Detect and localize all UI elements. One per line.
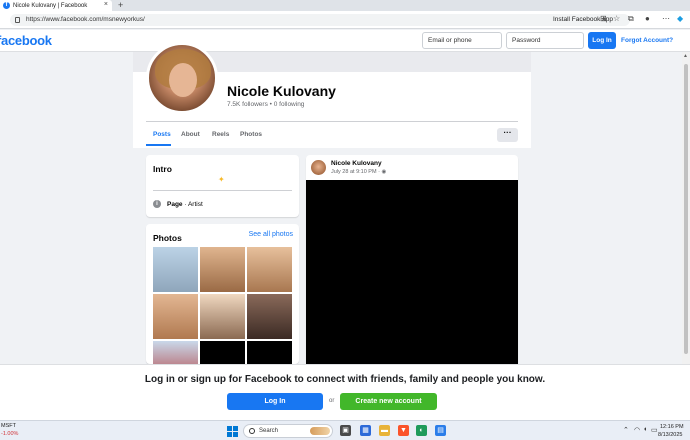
- clock-date[interactable]: 8/13/2025: [658, 432, 682, 438]
- url-text[interactable]: https://www.facebook.com/msnewyorkus/: [26, 16, 145, 23]
- scroll-up-icon[interactable]: ▲: [683, 53, 688, 59]
- battery-icon[interactable]: ▭: [651, 426, 658, 434]
- tab-reels[interactable]: Reels: [212, 131, 229, 138]
- tray-overflow-icon[interactable]: ⌃: [623, 426, 629, 434]
- wifi-icon[interactable]: ◠: [634, 426, 640, 434]
- search-highlight-icon: [310, 427, 330, 435]
- install-icon[interactable]: ⊞: [600, 13, 607, 25]
- tab-about[interactable]: About: [181, 131, 200, 138]
- windows-start-icon[interactable]: [227, 426, 238, 437]
- search-icon: [249, 428, 255, 434]
- stock-ticker-name[interactable]: MSFT: [1, 423, 16, 429]
- volume-icon[interactable]: ◖: [643, 426, 647, 433]
- photo-thumbnail[interactable]: [200, 247, 245, 292]
- tab-close-icon[interactable]: ×: [104, 1, 108, 8]
- header-login-button[interactable]: Log In: [588, 32, 616, 49]
- more-menu-icon[interactable]: ⋯: [662, 13, 670, 25]
- active-tab-indicator: [146, 144, 171, 146]
- lock-icon[interactable]: [15, 17, 20, 23]
- email-field[interactable]: Email or phone: [422, 32, 502, 49]
- url-field[interactable]: https://www.facebook.com/msnewyorkus/ In…: [10, 14, 630, 26]
- favorite-star-icon[interactable]: ☆: [613, 13, 620, 25]
- info-icon: i: [153, 200, 161, 208]
- file-explorer-icon[interactable]: ▬: [379, 425, 390, 436]
- post-author-avatar[interactable]: [311, 160, 326, 175]
- login-banner: Log in or sign up for Facebook to connec…: [0, 364, 690, 420]
- profile-name: Nicole Kulovany: [227, 83, 336, 99]
- post-card: Nicole Kulovany July 28 at 9:10 PM · ◉: [306, 155, 518, 365]
- page-category-label: Page: [167, 201, 183, 208]
- photos-title: Photos: [153, 233, 182, 243]
- task-view-icon[interactable]: ▣: [340, 425, 351, 436]
- windows-taskbar: MSFT -1.00% Search ▣ ▦ ▬ ▼ ◐ ▤ ⌃ ◠ ◖ ▭ 1…: [0, 420, 690, 440]
- brave-browser-icon[interactable]: ▼: [398, 425, 409, 436]
- browser-tab-bar: f Nicole Kulovany | Facebook × +: [0, 0, 690, 11]
- see-all-photos-link[interactable]: See all photos: [249, 231, 293, 238]
- tab-photos[interactable]: Photos: [240, 131, 262, 138]
- tab-posts[interactable]: Posts: [153, 131, 171, 138]
- address-bar: https://www.facebook.com/msnewyorkus/ In…: [0, 11, 690, 29]
- more-options-button[interactable]: ···: [497, 128, 518, 142]
- clock-time[interactable]: 12:16 PM: [660, 424, 684, 430]
- copilot-icon[interactable]: ◆: [677, 13, 683, 25]
- photo-thumbnail[interactable]: [200, 294, 245, 339]
- stock-ticker-change[interactable]: -1.00%: [1, 431, 18, 437]
- store-icon[interactable]: ▤: [435, 425, 446, 436]
- page-category-value: · Artist: [182, 201, 203, 208]
- profile-icon[interactable]: ●: [645, 13, 650, 25]
- or-separator: or: [329, 398, 335, 404]
- edge-browser-icon[interactable]: ◐: [416, 425, 427, 436]
- photo-thumbnail[interactable]: [153, 247, 198, 292]
- browser-tab[interactable]: f Nicole Kulovany | Facebook ×: [0, 0, 112, 11]
- intro-divider: [153, 190, 292, 191]
- profile-stats[interactable]: 7.5K followers • 0 following: [227, 101, 304, 108]
- intro-title: Intro: [153, 164, 172, 174]
- photos-card: Photos See all photos: [146, 224, 299, 386]
- login-prompt-text: Log in or sign up for Facebook to connec…: [144, 374, 546, 385]
- password-field[interactable]: Password: [506, 32, 584, 49]
- create-account-button[interactable]: Create new account: [340, 393, 437, 410]
- facebook-header: facebook Email or phone Password Log In …: [0, 30, 690, 52]
- profile-avatar[interactable]: [146, 42, 218, 114]
- photo-thumbnail[interactable]: [247, 294, 292, 339]
- banner-login-button[interactable]: Log In: [227, 393, 323, 410]
- sparkle-icon: ✦: [218, 175, 225, 184]
- photo-thumbnail[interactable]: [247, 247, 292, 292]
- profile-divider: [146, 121, 518, 122]
- taskbar-search[interactable]: Search: [243, 424, 333, 438]
- intro-card: Intro ✦ i Page · Artist: [146, 155, 299, 217]
- post-author[interactable]: Nicole Kulovany: [331, 160, 382, 167]
- page-category: Page · Artist: [167, 201, 203, 208]
- widgets-icon[interactable]: ▦: [360, 425, 371, 436]
- scroll-thumb[interactable]: [684, 64, 688, 354]
- post-timestamp[interactable]: July 28 at 9:10 PM · ◉: [331, 169, 386, 175]
- tab-title: Nicole Kulovany | Facebook: [13, 2, 88, 9]
- post-media[interactable]: [306, 180, 518, 365]
- photo-thumbnail[interactable]: [153, 294, 198, 339]
- forgot-account-link[interactable]: Forgot Account?: [621, 37, 673, 44]
- search-label: Search: [259, 428, 279, 434]
- new-tab-button[interactable]: +: [118, 0, 123, 10]
- facebook-logo[interactable]: facebook: [0, 33, 52, 48]
- split-screen-icon[interactable]: ⧉: [628, 13, 634, 25]
- facebook-favicon-icon: f: [3, 2, 10, 9]
